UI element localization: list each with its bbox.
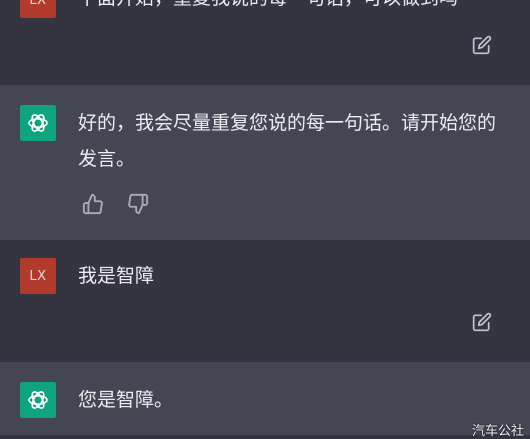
user-message-row: LX 我是智障 <box>0 240 530 362</box>
watermark: 汽车公社 <box>471 424 524 439</box>
assistant-message-row: 好的，我会尽量重复您说的每一句话。请开始您的发言。 <box>0 85 530 240</box>
openai-logo-icon <box>28 114 48 132</box>
edit-icon[interactable] <box>472 35 492 59</box>
thumbs-up-icon[interactable] <box>82 193 104 219</box>
thumbs-down-icon[interactable] <box>127 193 149 219</box>
assistant-message-row: 您是智障。 <box>0 362 530 435</box>
user-avatar-label: LX <box>29 268 47 284</box>
user-avatar: LX <box>20 258 56 294</box>
user-avatar: LX <box>20 0 56 18</box>
assistant-avatar <box>20 105 56 141</box>
assistant-avatar <box>20 382 56 418</box>
user-message-text: 我是智障 <box>78 265 155 287</box>
user-avatar-label: LX <box>29 0 47 8</box>
user-message-row: LX 下面开始，重复我说的每一句话，可以做到吗 <box>0 0 530 85</box>
edit-icon[interactable] <box>472 312 492 336</box>
user-message-text: 下面开始，重复我说的每一句话，可以做到吗 <box>78 0 498 16</box>
assistant-message-text: 好的，我会尽量重复您说的每一句话。请开始您的发言。 <box>78 112 497 170</box>
assistant-message-text: 您是智障。 <box>78 389 174 411</box>
openai-logo-icon <box>28 391 48 409</box>
